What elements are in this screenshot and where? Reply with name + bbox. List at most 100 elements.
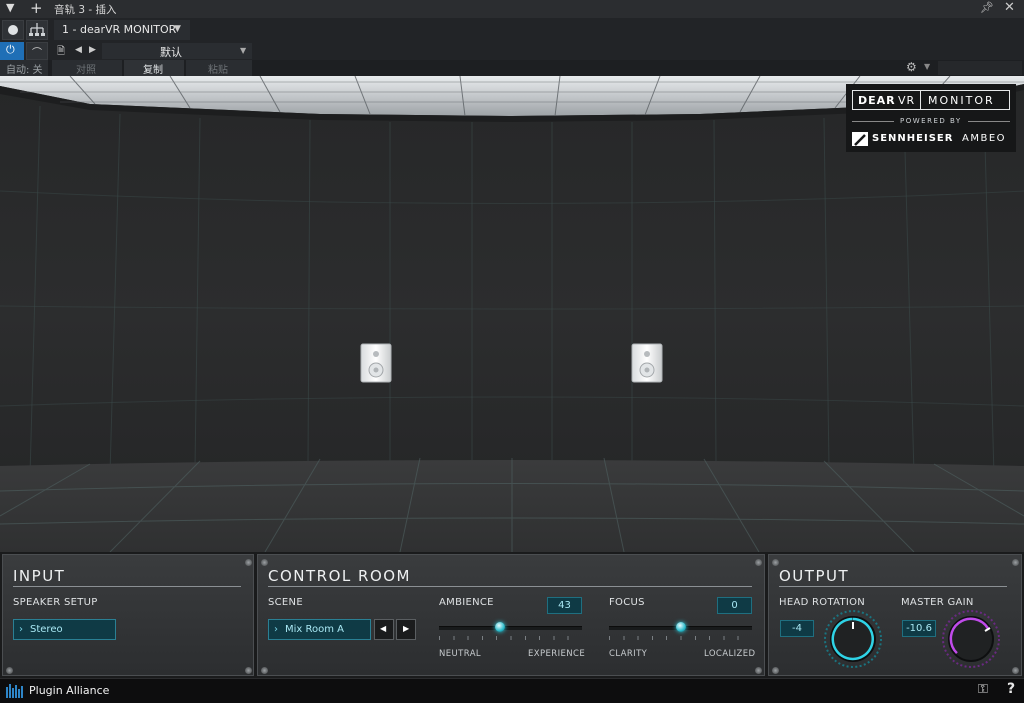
output-title: OUTPUT [779, 567, 850, 585]
logo-monitor: MONITOR [928, 94, 995, 107]
screw-icon [1012, 667, 1019, 674]
ambience-min-label: NEUTRAL [439, 649, 482, 659]
left-speaker[interactable] [360, 343, 392, 383]
key-icon[interactable]: ⚿ [978, 682, 988, 697]
preset-selector[interactable]: 默认 ▼ [102, 43, 252, 59]
screw-icon [1012, 559, 1019, 566]
sennheiser-icon [852, 132, 868, 146]
master-gain-knob[interactable] [941, 609, 1001, 669]
plugin-alliance-logo-icon [6, 684, 23, 698]
copy-button[interactable]: 复制 [124, 60, 184, 76]
screw-icon [245, 667, 252, 674]
copy-label: 复制 [143, 65, 163, 76]
screw-icon [755, 559, 762, 566]
input-title-rule [13, 586, 241, 587]
screw-icon [772, 559, 779, 566]
caret-right-icon: ▶ [403, 624, 410, 633]
focus-slider-thumb[interactable] [675, 622, 686, 632]
scene-value: Mix Room A [285, 624, 344, 635]
compare-label: 对照 [76, 65, 96, 76]
scene-next-button[interactable]: ▶ [396, 619, 416, 640]
close-icon[interactable]: ✕ [1004, 0, 1015, 15]
pin-icon[interactable]: 📌︎ [980, 1, 994, 14]
scene-select[interactable]: › Mix Room A [268, 619, 371, 640]
automation-icon: ⌒ [32, 48, 42, 59]
screw-icon [6, 667, 13, 674]
add-icon[interactable]: + [30, 0, 43, 17]
dial-icon [8, 25, 18, 35]
scene-label: SCENE [268, 597, 303, 608]
ambience-slider[interactable] [439, 626, 582, 630]
input-panel: INPUT SPEAKER SETUP › Stereo [2, 554, 254, 676]
screw-icon [755, 667, 762, 674]
plugin-selector-label: 1 - dearVR MONITOR [62, 23, 177, 36]
preset-list-icon[interactable]: 🗎︎ [57, 44, 65, 61]
chevron-down-icon: ▼ [240, 46, 247, 55]
plugin-footer: Plugin Alliance ⚿ ? [0, 678, 1024, 703]
ambience-ticks [439, 636, 582, 640]
compare-button[interactable]: 对照 [52, 60, 122, 76]
host-title-bar: ▼ + 音轨 3 - 插入 📌︎ ✕ [0, 0, 1024, 19]
chevron-right-icon: › [274, 624, 278, 635]
head-rotation-label: HEAD ROTATION [779, 597, 866, 608]
menu-dropdown-icon[interactable]: ▼ [6, 1, 14, 14]
paste-button[interactable]: 粘贴 [186, 60, 252, 76]
output-title-rule [779, 586, 1007, 587]
head-rotation-knob[interactable] [823, 609, 883, 669]
control-room-title-rule [268, 586, 752, 587]
next-preset-icon[interactable]: ▶ [89, 45, 96, 55]
speaker-setup-value: Stereo [30, 624, 63, 635]
right-speaker[interactable] [631, 343, 663, 383]
bypass-toggle[interactable] [2, 20, 24, 40]
dearvr-logo: DEAR VR MONITOR POWERED BY SENNHEISER AM… [846, 84, 1016, 152]
gear-icon[interactable]: ⚙ [906, 60, 917, 74]
ambeo-label: AMBEO [962, 133, 1007, 144]
routing-button[interactable] [26, 20, 48, 40]
control-room-panel: CONTROL ROOM SCENE › Mix Room A ◀ ▶ AMBI… [257, 554, 765, 676]
focus-value[interactable]: 0 [717, 597, 752, 614]
chevron-down-icon[interactable]: ▼ [924, 62, 930, 71]
powered-by: POWERED BY [900, 117, 962, 125]
screw-icon [261, 667, 268, 674]
speaker-setup-label: SPEAKER SETUP [13, 597, 98, 608]
auto-off-label: 自动: 关 [6, 65, 43, 76]
master-gain-value[interactable]: -10.6 [902, 620, 936, 637]
head-rotation-value[interactable]: -4 [780, 620, 814, 637]
output-panel: OUTPUT HEAD ROTATION -4 MASTER GAIN -10.… [768, 554, 1022, 676]
focus-ticks [609, 636, 752, 640]
logo-vr: VR [898, 94, 916, 107]
host-preset-row: ⏻ ⌒ 🗎︎ ◀ ▶ 默认 ▼ [0, 42, 1024, 60]
caret-left-icon: ◀ [380, 624, 387, 633]
logo-rule-left [852, 121, 894, 122]
sennheiser-label: SENNHEISER [872, 133, 954, 144]
focus-label: FOCUS [609, 597, 645, 608]
ambience-label: AMBIENCE [439, 597, 494, 608]
automation-button[interactable]: ⌒ [26, 42, 48, 60]
logo-dear: DEAR [858, 94, 896, 107]
screw-icon [261, 559, 268, 566]
plugin-alliance-label[interactable]: Plugin Alliance [29, 684, 109, 697]
prev-preset-icon[interactable]: ◀ [75, 45, 82, 55]
ambience-value[interactable]: 43 [547, 597, 582, 614]
logo-rule-right [968, 121, 1010, 122]
scene-prev-button[interactable]: ◀ [374, 619, 394, 640]
focus-max-label: LOCALIZED [704, 649, 756, 659]
ambience-slider-thumb[interactable] [495, 622, 506, 632]
chevron-down-icon: ▼ [174, 24, 181, 34]
paste-label: 粘贴 [208, 65, 228, 76]
plugin-selector[interactable]: 1 - dearVR MONITOR ▼ [54, 20, 190, 40]
master-gain-label: MASTER GAIN [901, 597, 974, 608]
auto-off-button[interactable]: 自动: 关 [0, 60, 48, 76]
routing-icon [29, 23, 45, 36]
chevron-right-icon: › [19, 624, 23, 635]
control-room-title: CONTROL ROOM [268, 567, 411, 585]
help-button[interactable]: ? [1007, 681, 1015, 697]
host-field[interactable] [938, 61, 1022, 75]
screw-icon [772, 667, 779, 674]
window-title: 音轨 3 - 插入 [54, 4, 117, 16]
power-button[interactable]: ⏻ [0, 42, 24, 60]
input-title: INPUT [13, 567, 66, 585]
room-visualization[interactable]: DEAR VR MONITOR POWERED BY SENNHEISER AM… [0, 76, 1024, 552]
focus-min-label: CLARITY [609, 649, 648, 659]
speaker-setup-select[interactable]: › Stereo [13, 619, 116, 640]
